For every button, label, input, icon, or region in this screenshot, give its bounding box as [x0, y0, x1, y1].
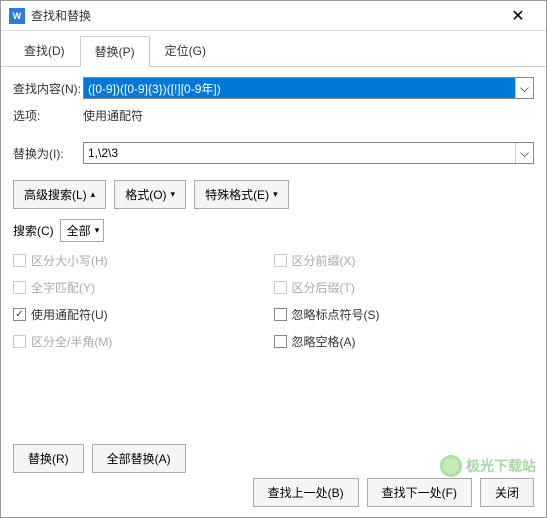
replace-input[interactable] — [84, 143, 515, 163]
replace-button[interactable]: 替换(R) — [13, 444, 84, 473]
replace-combo[interactable]: ⌵ — [83, 142, 534, 164]
find-next-button[interactable]: 查找下一处(F) — [367, 478, 472, 507]
advanced-search-button[interactable]: 高级搜索(L) ▴ — [13, 180, 106, 209]
find-prev-button[interactable]: 查找上一处(B) — [253, 478, 359, 507]
find-label: 查找内容(N): — [13, 80, 83, 97]
chevron-down-icon: ▾ — [273, 189, 278, 200]
chevron-down-icon: ▾ — [95, 225, 100, 236]
check-wildcard-label: 使用通配符(U) — [31, 306, 108, 323]
tab-goto[interactable]: 定位(G) — [150, 35, 221, 66]
check-case: 区分大小写(H) — [13, 252, 274, 269]
checkbox-checked-icon[interactable] — [13, 308, 26, 321]
options-value: 使用通配符 — [83, 107, 143, 124]
replace-label: 替换为(I): — [13, 145, 83, 162]
checkbox-icon[interactable] — [274, 335, 287, 348]
check-prefix-label: 区分前缀(X) — [292, 252, 356, 269]
watermark-icon — [440, 455, 462, 477]
close-button[interactable]: 关闭 — [480, 478, 534, 507]
format-label: 格式(O) — [125, 186, 166, 203]
check-prefix: 区分前缀(X) — [274, 252, 535, 269]
tab-bar: 查找(D) 替换(P) 定位(G) — [1, 31, 546, 67]
checkbox-icon — [13, 335, 26, 348]
special-format-button[interactable]: 特殊格式(E) ▾ — [194, 180, 289, 209]
checkbox-icon — [274, 254, 287, 267]
check-punct-label: 忽略标点符号(S) — [292, 306, 380, 323]
chevron-down-icon[interactable]: ⌵ — [515, 143, 533, 163]
chevron-down-icon[interactable]: ⌵ — [515, 78, 533, 98]
chevron-up-icon: ▴ — [91, 189, 96, 200]
check-whole-word: 全字匹配(Y) — [13, 279, 274, 296]
watermark-text: 极光下载站 — [466, 456, 536, 476]
replace-all-button[interactable]: 全部替换(A) — [92, 444, 186, 473]
watermark: 极光下载站 — [440, 455, 536, 477]
tab-find[interactable]: 查找(D) — [9, 35, 80, 66]
check-width: 区分全/半角(M) — [13, 333, 274, 350]
search-scope-label: 搜索(C) — [13, 222, 54, 239]
special-format-label: 特殊格式(E) — [205, 186, 269, 203]
check-suffix: 区分后缀(T) — [274, 279, 535, 296]
window-title: 查找和替换 — [31, 7, 498, 24]
checkbox-icon — [274, 281, 287, 294]
check-suffix-label: 区分后缀(T) — [292, 279, 355, 296]
check-space[interactable]: 忽略空格(A) — [274, 333, 535, 350]
checkbox-icon[interactable] — [274, 308, 287, 321]
check-width-label: 区分全/半角(M) — [31, 333, 112, 350]
find-input[interactable] — [84, 78, 515, 98]
tab-replace[interactable]: 替换(P) — [80, 36, 150, 67]
check-whole-label: 全字匹配(Y) — [31, 279, 95, 296]
chevron-down-icon: ▾ — [171, 189, 176, 200]
checkbox-icon — [13, 281, 26, 294]
checkbox-icon — [13, 254, 26, 267]
close-icon[interactable]: ✕ — [498, 2, 538, 30]
options-label: 选项: — [13, 107, 83, 124]
check-space-label: 忽略空格(A) — [292, 333, 356, 350]
app-icon: W — [9, 8, 25, 24]
advanced-search-label: 高级搜索(L) — [24, 186, 87, 203]
search-scope-combo[interactable]: 全部 ▾ — [60, 219, 105, 242]
search-scope-value: 全部 — [67, 222, 91, 239]
find-combo[interactable]: ⌵ — [83, 77, 534, 99]
check-case-label: 区分大小写(H) — [31, 252, 108, 269]
format-button[interactable]: 格式(O) ▾ — [114, 180, 186, 209]
check-punctuation[interactable]: 忽略标点符号(S) — [274, 306, 535, 323]
check-wildcard[interactable]: 使用通配符(U) — [13, 306, 274, 323]
